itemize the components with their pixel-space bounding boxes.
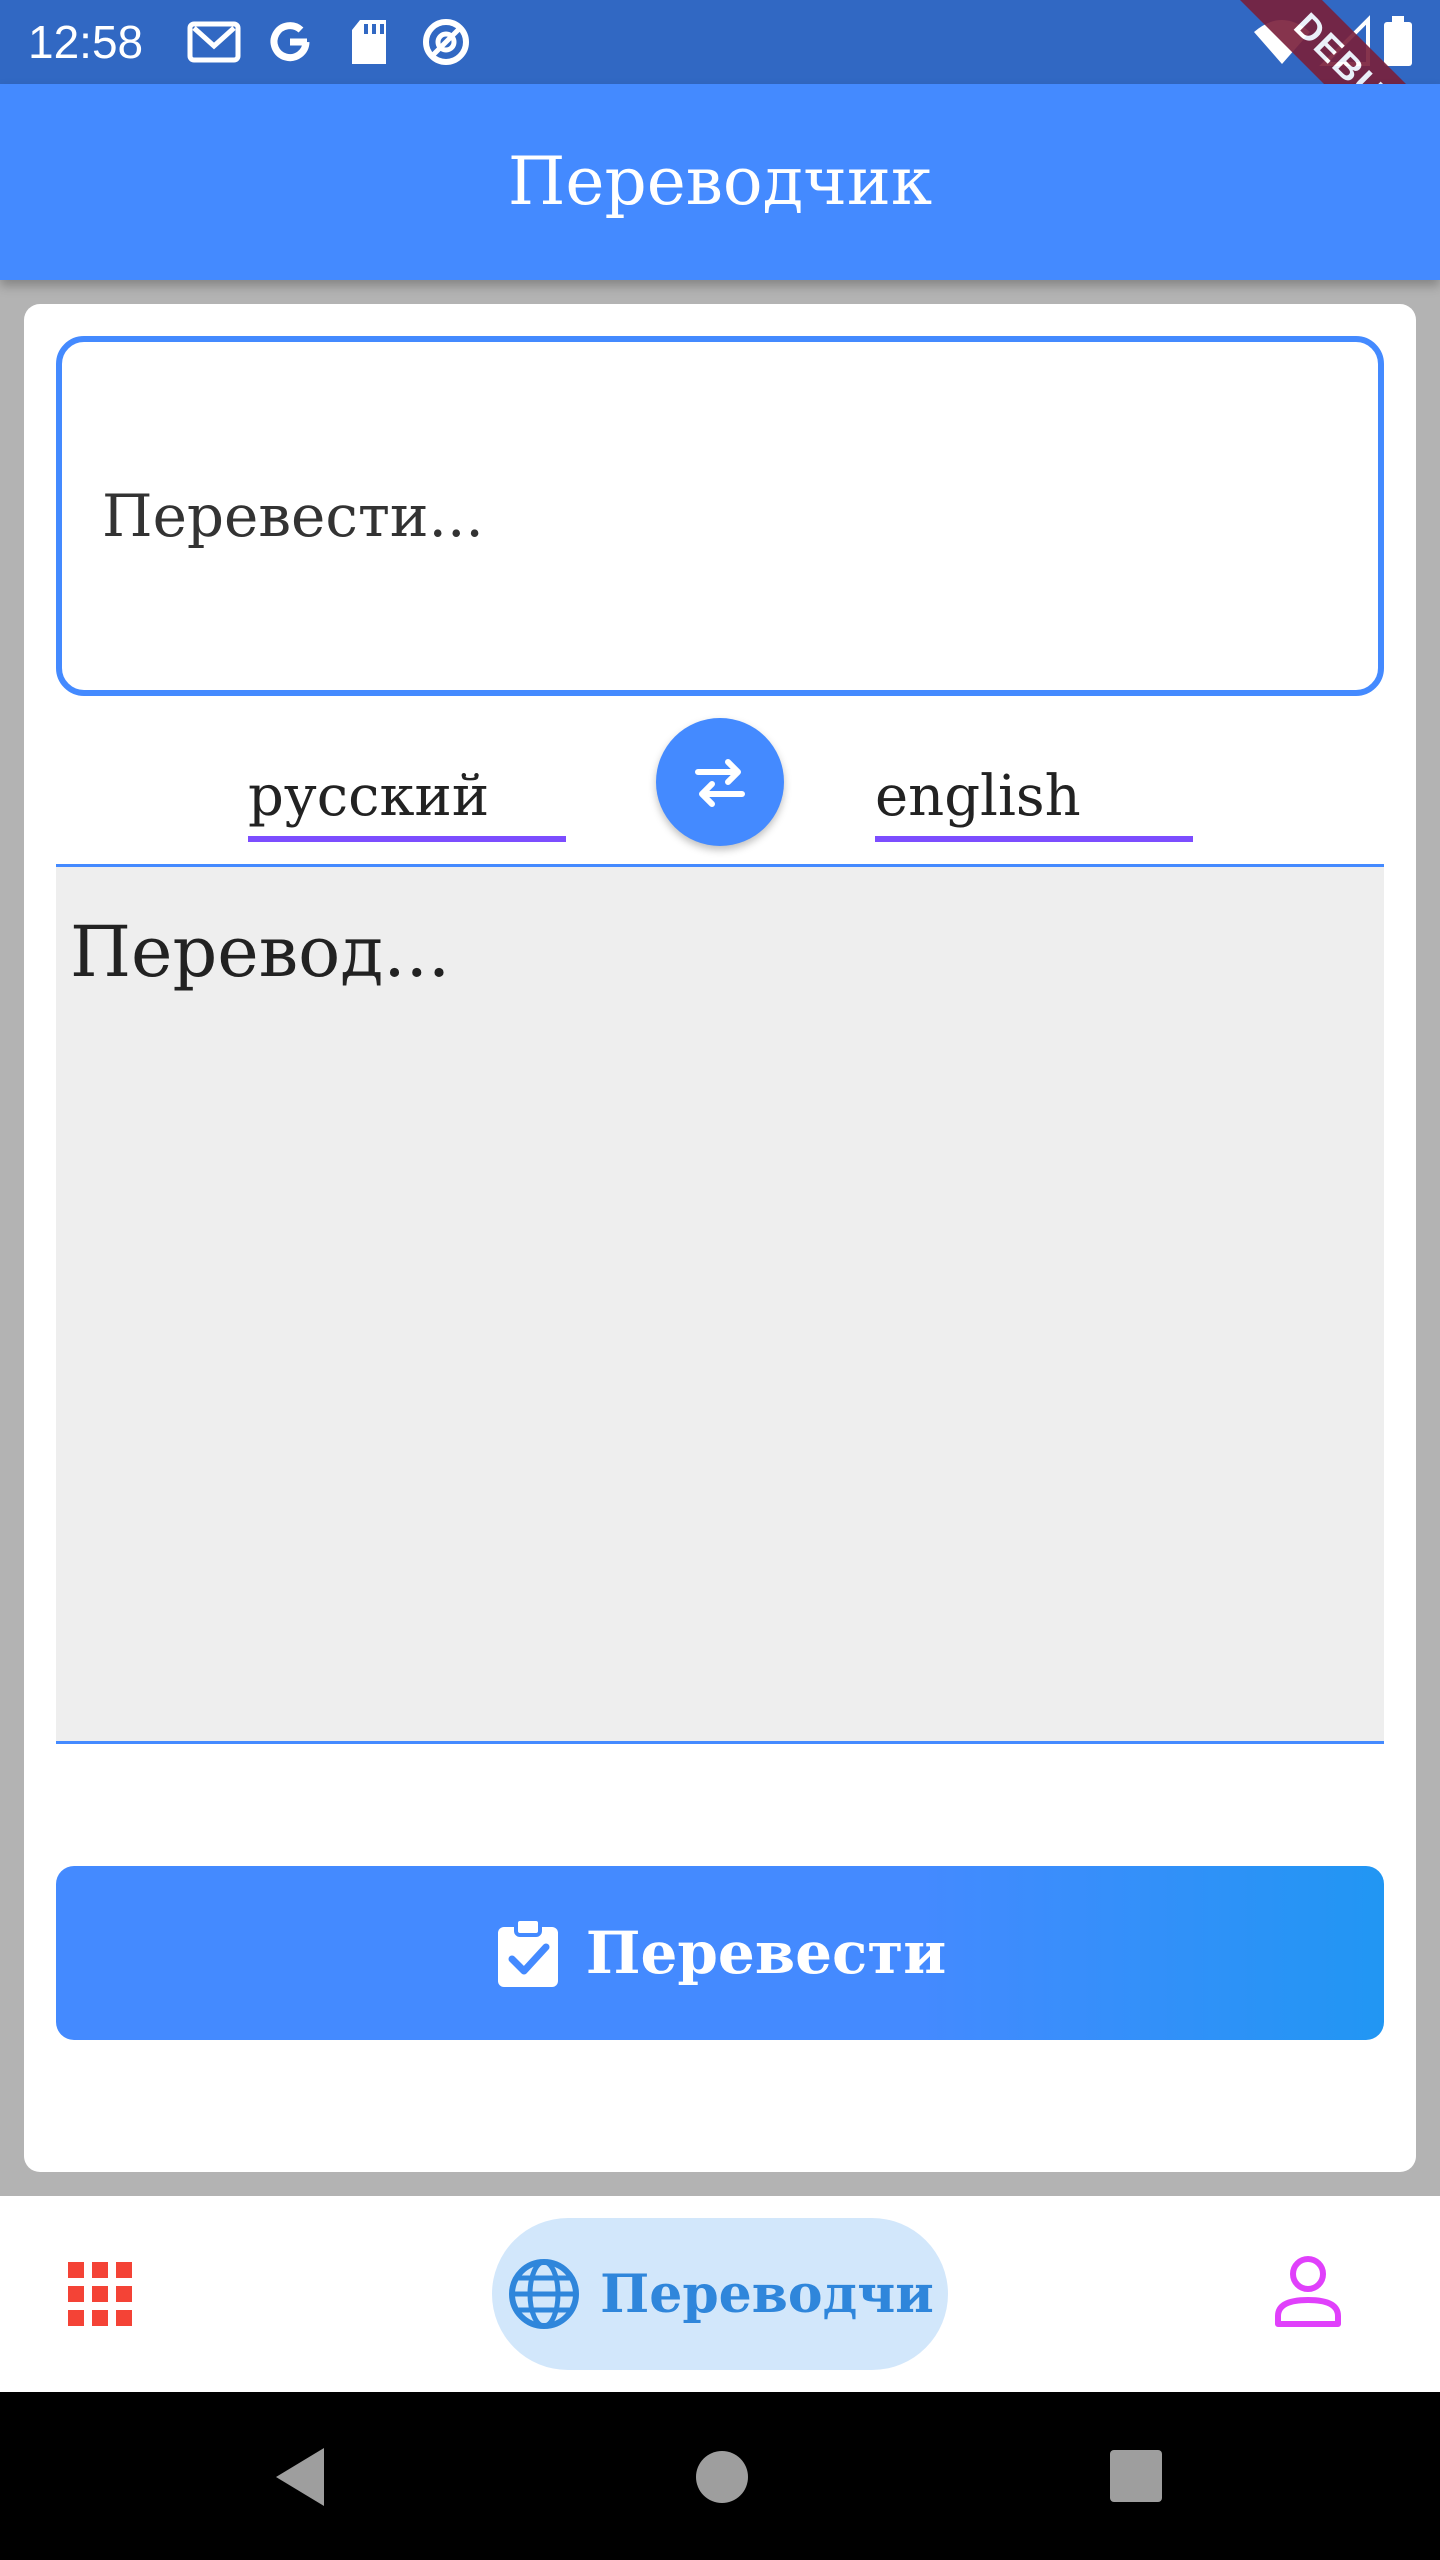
source-language-label: русский <box>248 764 490 829</box>
person-icon <box>1275 2256 1341 2327</box>
source-language-dropdown[interactable]: русский <box>248 734 566 842</box>
system-navigation-bar <box>0 2392 1440 2560</box>
status-time: 12:58 <box>28 16 144 68</box>
app-title: Переводчик <box>507 143 933 220</box>
google-icon <box>262 14 318 70</box>
globe-icon <box>509 2259 580 2329</box>
nav-item-apps[interactable] <box>60 2254 140 2334</box>
recents-icon[interactable] <box>1108 2444 1162 2514</box>
source-text-input[interactable]: Перевести... <box>56 336 1384 696</box>
nav-item-profile[interactable] <box>1272 2252 1344 2332</box>
translate-button-label: Перевести <box>585 1919 947 1987</box>
source-input-placeholder: Перевести... <box>102 482 484 550</box>
back-icon[interactable] <box>270 2444 330 2514</box>
target-language-label: english <box>875 764 1081 829</box>
nav-item-translator[interactable]: Переводчи <box>492 2218 948 2370</box>
nav-item-translator-label: Переводчи <box>600 2263 934 2325</box>
translation-output[interactable]: Перевод... <box>56 864 1384 1744</box>
battery-icon <box>1380 14 1436 70</box>
swap-icon <box>695 759 745 807</box>
bottom-navigation: Переводчи <box>0 2196 1440 2392</box>
translation-output-placeholder: Перевод... <box>70 911 451 993</box>
no-disturb-icon <box>418 14 474 70</box>
apps-grid-icon <box>68 2262 132 2326</box>
sd-card-icon <box>342 14 398 70</box>
app-bar: Переводчик <box>0 84 1440 280</box>
target-language-dropdown[interactable]: english <box>875 734 1193 842</box>
gmail-icon <box>186 14 242 70</box>
clipboard-check-icon <box>497 1917 558 1987</box>
status-bar: 12:58 DEBUG <box>0 0 1440 203</box>
swap-languages-button[interactable] <box>656 718 784 846</box>
translator-card: Перевести... русский english Перевод... … <box>24 304 1416 2172</box>
translate-button[interactable]: Перевести <box>56 1866 1384 2040</box>
home-icon[interactable] <box>694 2444 750 2514</box>
